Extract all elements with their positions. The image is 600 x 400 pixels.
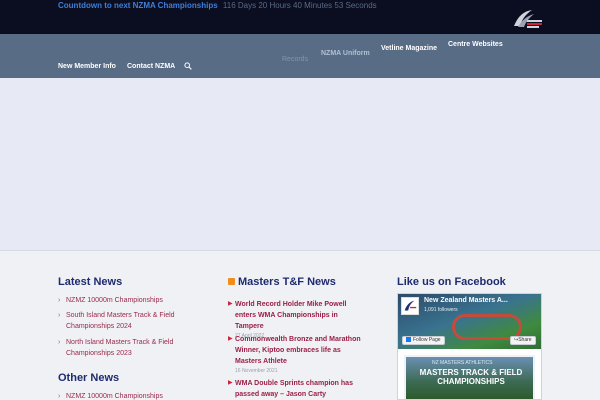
facebook-page-avatar[interactable] (401, 297, 419, 315)
chevron-right-icon: › (58, 297, 61, 304)
follow-page-button[interactable]: Follow Page (402, 336, 445, 345)
chevron-right-icon: › (58, 339, 61, 346)
hero-banner (0, 78, 600, 250)
rss-icon[interactable] (228, 278, 235, 285)
nav-item-centre-websites[interactable]: Centre Websites (448, 41, 503, 48)
arrow-right-icon: ▶ (228, 336, 233, 342)
facebook-page-name[interactable]: New Zealand Masters A... (424, 297, 508, 304)
divider (398, 349, 541, 353)
facebook-widget[interactable]: New Zealand Masters A... 1,091 followers… (397, 293, 542, 400)
facebook-post[interactable]: NZ MASTERS ATHLETICS MASTERS TRACK & FIE… (404, 355, 535, 399)
arrow-right-icon: ▶ (228, 301, 233, 307)
hero-divider (0, 250, 600, 251)
latest-news-item[interactable]: › South Island Masters Track & Field Cha… (58, 310, 218, 332)
other-news-title: Other News (58, 372, 120, 384)
masters-news-item[interactable]: ▶ WMA Double Sprints champion has passed… (228, 378, 368, 400)
nav-item-uniform[interactable]: NZMA Uniform (321, 50, 370, 57)
other-news-item[interactable]: › NZMZ 10000m Championships (58, 391, 218, 400)
countdown-value: 116 Days 20 Hours 40 Minutes 53 Seconds (222, 1, 377, 10)
latest-news-item-label[interactable]: North Island Masters Track & Field Champ… (58, 337, 218, 359)
latest-news-item[interactable]: › NZMZ 10000m Championships (58, 295, 218, 306)
top-bar: Countdown to next NZMA Championships 116… (0, 0, 600, 34)
other-news-item-label[interactable]: NZMZ 10000m Championships (58, 391, 218, 400)
masters-news-item-date: 16 November 2021 (235, 368, 278, 374)
nav-item-new-member[interactable]: New Member Info (58, 63, 116, 70)
arrow-right-icon: ▶ (228, 380, 233, 386)
masters-news-item-title[interactable]: Commonwealth Bronze and Marathon Winner,… (228, 334, 368, 367)
nav-item-contact[interactable]: Contact NZMA (127, 63, 175, 70)
facebook-title: Like us on Facebook (397, 276, 506, 288)
masters-news-item-title[interactable]: WMA Double Sprints champion has passed a… (228, 378, 368, 400)
latest-news-item-label[interactable]: South Island Masters Track & Field Champ… (58, 310, 218, 332)
share-label: Share (518, 337, 532, 343)
countdown: Countdown to next NZMA Championships 116… (58, 0, 377, 12)
masters-news-title: Masters T&F News (238, 276, 336, 288)
facebook-icon (406, 337, 411, 343)
latest-news-title: Latest News (58, 276, 123, 288)
post-title: MASTERS TRACK & FIELD CHAMPIONSHIPS (419, 368, 523, 386)
latest-news-item[interactable]: › North Island Masters Track & Field Cha… (58, 337, 218, 359)
nz-masters-athletics-logo-icon[interactable] (510, 8, 544, 30)
chevron-right-icon: › (58, 393, 61, 400)
latest-news-item-label[interactable]: NZMZ 10000m Championships (58, 295, 218, 306)
post-tag: NZ MASTERS ATHLETICS (432, 360, 493, 366)
search-icon[interactable] (184, 62, 192, 70)
facebook-followers: 1,091 followers (424, 307, 458, 313)
masters-news-item[interactable]: ▶ Commonwealth Bronze and Marathon Winne… (228, 334, 368, 375)
share-button[interactable]: ↪Share (510, 336, 536, 345)
masters-news-item-title[interactable]: World Record Holder Mike Powell enters W… (228, 299, 368, 332)
post-image: NZ MASTERS ATHLETICS MASTERS TRACK & FIE… (406, 357, 533, 399)
follow-page-label: Follow Page (413, 337, 441, 343)
countdown-label: Countdown to next NZMA Championships (58, 1, 218, 10)
nav-item-vetline[interactable]: Vetline Magazine (381, 45, 437, 52)
nav-item-records[interactable]: Records (282, 56, 308, 63)
chevron-right-icon: › (58, 312, 61, 319)
